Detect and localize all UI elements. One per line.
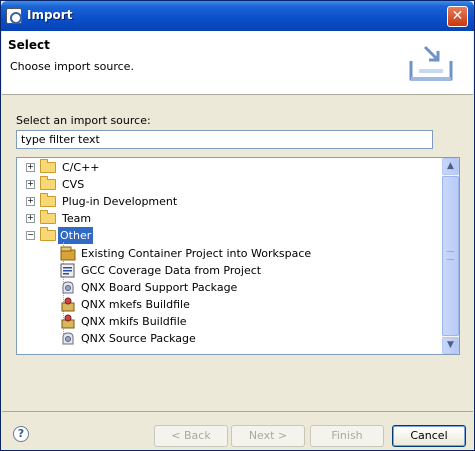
import-banner-icon xyxy=(409,45,453,81)
help-button[interactable]: ? xyxy=(13,426,29,442)
vertical-scrollbar[interactable]: ▲ ▼ xyxy=(442,158,459,354)
tree-item-label: QNX Board Support Package xyxy=(81,281,238,294)
source-package-icon xyxy=(62,332,74,345)
page-title: Select xyxy=(8,38,50,52)
import-source-tree[interactable]: + C/C++ + CVS + Plug-in Development + Te… xyxy=(16,157,460,355)
import-dialog: Import ✕ Select Choose import source. Se… xyxy=(0,0,475,451)
tree-item-gcc-coverage-data[interactable]: GCC Coverage Data from Project xyxy=(17,262,437,279)
folder-icon xyxy=(40,193,56,207)
tree-item-plugin-development[interactable]: + Plug-in Development xyxy=(17,193,437,210)
tree-item-label: Team xyxy=(62,212,92,225)
buildfile-icon xyxy=(61,314,75,329)
tree-item-label: QNX mkifs Buildfile xyxy=(81,315,187,328)
tree-item-label: C/C++ xyxy=(62,161,100,174)
wizard-header: Select Choose import source. xyxy=(2,31,473,95)
expand-icon[interactable]: + xyxy=(26,197,35,206)
tree-item-label: Plug-in Development xyxy=(62,195,178,208)
tree-item-label: QNX mkefs Buildfile xyxy=(81,298,190,311)
tree-item-cpp[interactable]: + C/C++ xyxy=(17,159,437,176)
footer-divider xyxy=(2,411,473,412)
tree-item-qnx-source-package[interactable]: QNX Source Package xyxy=(17,330,437,347)
folder-icon xyxy=(40,176,56,190)
scroll-down-button[interactable]: ▼ xyxy=(442,337,459,354)
close-button[interactable]: ✕ xyxy=(447,6,468,27)
page-description: Choose import source. xyxy=(10,60,134,73)
close-icon: ✕ xyxy=(451,8,464,24)
open-folder-icon xyxy=(40,227,56,241)
source-label: Select an import source: xyxy=(16,114,151,127)
scroll-thumb[interactable] xyxy=(442,176,459,336)
tree-item-label: GCC Coverage Data from Project xyxy=(81,264,262,277)
app-icon xyxy=(6,8,22,24)
window-title: Import xyxy=(27,8,73,22)
chevron-up-icon: ▲ xyxy=(447,161,454,171)
expand-icon[interactable]: + xyxy=(26,180,35,189)
buildfile-icon xyxy=(61,297,75,312)
collapse-icon[interactable]: − xyxy=(26,231,35,240)
filter-input[interactable] xyxy=(16,130,433,149)
tree-item-qnx-mkifs-buildfile[interactable]: QNX mkifs Buildfile xyxy=(17,313,437,330)
tree-item-existing-container-project[interactable]: Existing Container Project into Workspac… xyxy=(17,245,437,262)
bsp-package-icon xyxy=(62,281,74,294)
scroll-up-button[interactable]: ▲ xyxy=(442,158,459,175)
help-icon: ? xyxy=(17,427,25,440)
folder-icon xyxy=(40,159,56,173)
expand-icon[interactable]: + xyxy=(26,163,35,172)
tree-item-qnx-mkefs-buildfile[interactable]: QNX mkefs Buildfile xyxy=(17,296,437,313)
tree-item-label: Existing Container Project into Workspac… xyxy=(81,247,312,260)
tree-item-other[interactable]: − Other xyxy=(17,227,437,244)
finish-button[interactable]: Finish xyxy=(310,425,384,447)
chevron-down-icon: ▼ xyxy=(447,340,454,350)
title-bar[interactable]: Import ✕ xyxy=(1,1,474,31)
tree-item-team[interactable]: + Team xyxy=(17,210,437,227)
folder-icon xyxy=(40,210,56,224)
coverage-data-icon xyxy=(60,263,75,278)
tree-item-label: CVS xyxy=(62,178,85,191)
next-button[interactable]: Next > xyxy=(231,425,305,447)
back-button[interactable]: < Back xyxy=(154,425,228,447)
tree-item-label: QNX Source Package xyxy=(81,332,196,345)
cancel-button[interactable]: Cancel xyxy=(392,425,466,447)
tree-item-cvs[interactable]: + CVS xyxy=(17,176,437,193)
container-project-icon xyxy=(60,246,76,261)
expand-icon[interactable]: + xyxy=(26,214,35,223)
tree-item-qnx-board-support-package[interactable]: QNX Board Support Package xyxy=(17,279,437,296)
